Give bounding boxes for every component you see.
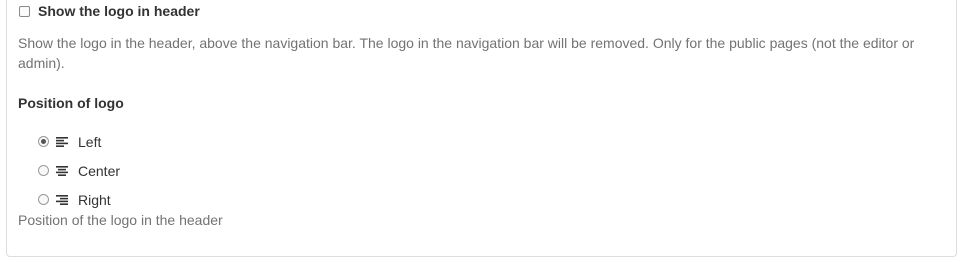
radio-center[interactable] [38,165,49,176]
settings-panel: Show the logo in header Show the logo in… [6,0,957,257]
show-logo-row[interactable]: Show the logo in header [19,3,200,19]
align-right-icon [56,194,68,205]
radio-option-right[interactable]: Right [38,185,120,214]
show-logo-checkbox[interactable] [19,5,30,17]
radio-option-center[interactable]: Center [38,156,120,185]
radio-center-label[interactable]: Center [78,163,120,179]
logo-position-help-text: Position of the logo in the header [18,212,223,228]
show-logo-help-text: Show the logo in the header, above the n… [18,35,915,71]
radio-right[interactable] [38,194,49,205]
logo-position-title: Position of logo [18,95,124,111]
radio-option-left[interactable]: Left [38,127,120,156]
show-logo-label[interactable]: Show the logo in header [38,3,200,19]
logo-position-radio-group: Left Center Right [38,127,120,214]
radio-left[interactable] [38,136,49,147]
radio-left-label[interactable]: Left [78,134,101,150]
align-center-icon [56,165,68,176]
align-left-icon [56,136,68,147]
radio-right-label[interactable]: Right [78,192,111,208]
